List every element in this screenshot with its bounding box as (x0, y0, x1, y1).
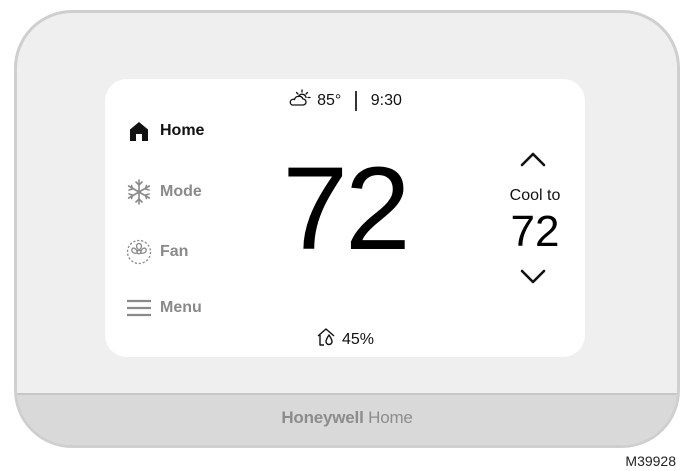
setpoint-up-button[interactable] (518, 151, 548, 171)
nav-fan-label: Fan (160, 243, 189, 260)
house-icon (126, 118, 152, 144)
status-bar: 85° 9:30 (105, 89, 585, 112)
humidity-value: 45% (341, 330, 375, 348)
chevron-down-icon (519, 269, 547, 290)
nav-menu-label: Menu (160, 299, 202, 316)
clock-time: 9:30 (370, 91, 402, 109)
droplet-home-icon (316, 327, 342, 352)
humidity-readout: 45% (105, 327, 585, 352)
brand-logo: Honeywell Home (17, 408, 677, 428)
chevron-up-icon (519, 151, 547, 172)
setpoint-down-button[interactable] (518, 269, 548, 289)
nav-item-home[interactable]: Home (126, 118, 204, 144)
nav-item-fan[interactable]: Fan (126, 239, 188, 265)
status-divider (355, 90, 357, 111)
current-temperature: 72 (282, 143, 410, 275)
partly-cloudy-icon (288, 89, 317, 112)
outdoor-temperature: 85° (317, 91, 342, 109)
figure-id-label: M39928 (625, 453, 676, 469)
thermostat-device: 85° 9:30 Home Mode Fan Menu 72 45% Cool … (14, 10, 680, 448)
brand-name-bold: Honeywell (281, 408, 364, 427)
nav-item-mode[interactable]: Mode (126, 179, 202, 205)
brand-name-regular: Home (368, 408, 413, 427)
nav-home-label: Home (160, 122, 205, 139)
hamburger-icon (126, 295, 152, 321)
thermostat-screen: 85° 9:30 Home Mode Fan Menu 72 45% Cool … (105, 79, 585, 357)
nav-mode-label: Mode (160, 183, 202, 200)
device-bottom-bar: Honeywell Home (17, 393, 677, 445)
setpoint-label: Cool to (509, 187, 561, 204)
nav-item-menu[interactable]: Menu (126, 295, 202, 321)
setpoint-value: 72 (510, 207, 560, 256)
snowflake-icon (126, 179, 152, 205)
fan-icon (126, 239, 152, 265)
